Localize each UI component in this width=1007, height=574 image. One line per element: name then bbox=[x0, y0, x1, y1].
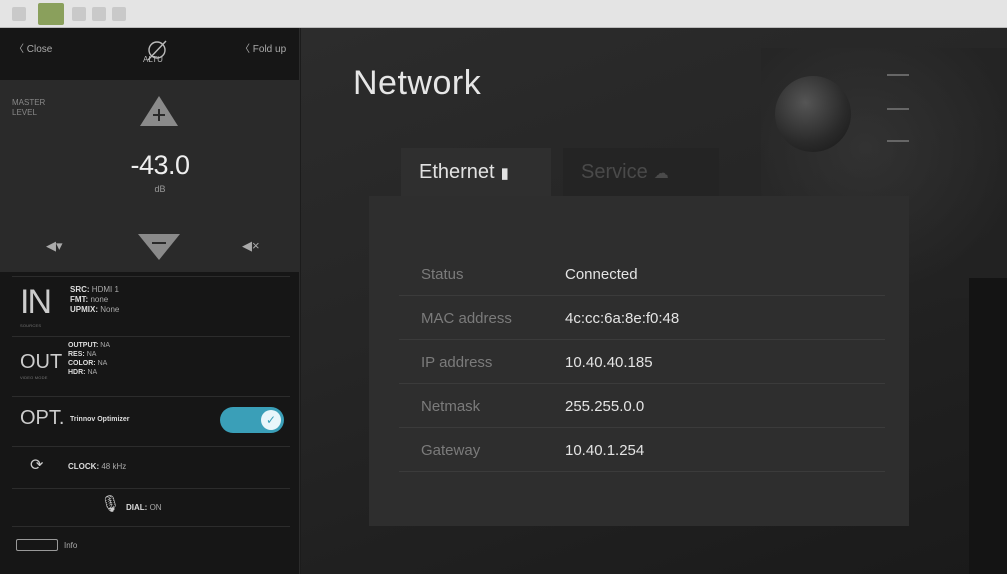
volume-knob-image bbox=[775, 76, 851, 152]
row-key: Netmask bbox=[421, 398, 481, 415]
color-value: NA bbox=[97, 360, 108, 367]
logo-icon: ALTU bbox=[143, 40, 167, 64]
master-level-panel: MASTER LEVEL -43.0 dB ◀▾ ◀× bbox=[0, 80, 300, 272]
row-value: 255.255.0.0 bbox=[565, 398, 645, 415]
info-section[interactable]: Info bbox=[12, 526, 290, 562]
microphone-icon: 🎙 bbox=[100, 496, 121, 513]
out-values: OUTPUT: NA RES: NA COLOR: NA HDR: NA bbox=[68, 341, 110, 377]
clock-key: CLOCK: bbox=[68, 462, 100, 471]
table-row: Status Connected bbox=[399, 252, 885, 296]
output-key: OUTPUT: bbox=[68, 342, 99, 349]
out-sub-label: VIDEO MODE bbox=[20, 375, 48, 380]
input-section[interactable]: IN SOURCES SRC: HDMI 1 FMT: none UPMIX: … bbox=[12, 276, 290, 334]
app-icon[interactable] bbox=[38, 3, 64, 25]
tab-ethernet-label: Ethernet bbox=[419, 161, 495, 183]
row-value: Connected bbox=[565, 266, 638, 283]
volume-up-button[interactable] bbox=[138, 94, 180, 128]
volume-unit: dB bbox=[154, 184, 166, 194]
toolbar-icon[interactable] bbox=[92, 7, 106, 21]
in-label: IN bbox=[20, 283, 52, 321]
tab-service[interactable]: Service ☁ bbox=[563, 148, 719, 198]
table-row: Netmask 255.255.0.0 bbox=[399, 384, 885, 428]
main-content: Network Ethernet ▮ Service ☁ Status Connec… bbox=[301, 28, 1007, 574]
row-key: IP address bbox=[421, 354, 493, 371]
device-detail bbox=[887, 140, 909, 142]
table-row: IP address 10.40.40.185 bbox=[399, 340, 885, 384]
toolbar-icon[interactable] bbox=[72, 7, 86, 21]
table-row: MAC address 4c:cc:6a:8e:f0:48 bbox=[399, 296, 885, 340]
color-key: COLOR: bbox=[68, 360, 96, 367]
clock-icon: ⟳ bbox=[30, 457, 44, 474]
row-key: Gateway bbox=[421, 442, 481, 459]
device-side bbox=[969, 278, 1007, 574]
fmt-value: none bbox=[90, 295, 109, 304]
row-key: Status bbox=[421, 266, 464, 283]
check-icon: ✓ bbox=[261, 410, 281, 430]
dial-values: DIAL: ON bbox=[126, 503, 162, 513]
cloud-icon: ☁ bbox=[653, 165, 669, 182]
close-button[interactable]: 〈 Close bbox=[14, 40, 52, 55]
device-detail bbox=[887, 108, 909, 110]
src-key: SRC: bbox=[70, 285, 90, 294]
row-key: MAC address bbox=[421, 310, 512, 327]
upmix-key: UPMIX: bbox=[70, 305, 98, 314]
hdr-key: HDR: bbox=[68, 369, 86, 376]
clock-section: ⟳ CLOCK: 48 kHz bbox=[12, 446, 290, 486]
top-bar bbox=[0, 0, 1007, 28]
device-icon bbox=[16, 539, 58, 551]
dial-key: DIAL: bbox=[126, 503, 148, 512]
fold-up-button[interactable]: 〈 Fold up bbox=[240, 40, 286, 55]
toolbar-icon[interactable] bbox=[112, 7, 126, 21]
out-label: OUT bbox=[20, 351, 63, 373]
svg-text:ALTU: ALTU bbox=[143, 55, 163, 64]
plug-icon: ▮ bbox=[500, 165, 509, 182]
page-title: Network bbox=[353, 64, 482, 102]
sidebar-header: 〈 Close ALTU 〈 Fold up bbox=[0, 28, 299, 80]
network-panel: Status Connected MAC address 4c:cc:6a:8e… bbox=[369, 196, 909, 526]
master-level-label: MASTER LEVEL bbox=[12, 98, 46, 117]
clock-values: CLOCK: 48 kHz bbox=[68, 462, 126, 472]
clock-value: 48 kHz bbox=[101, 462, 127, 471]
res-key: RES: bbox=[68, 351, 85, 358]
res-value: NA bbox=[86, 351, 97, 358]
tab-service-label: Service bbox=[581, 161, 648, 183]
mute-icon[interactable]: ◀× bbox=[242, 238, 260, 254]
in-sub-label: SOURCES bbox=[20, 323, 42, 328]
output-value: NA bbox=[100, 342, 111, 349]
row-value: 10.40.40.185 bbox=[565, 354, 653, 371]
volume-down-small-icon[interactable]: ◀▾ bbox=[46, 238, 63, 254]
optimizer-section: OPT. Trinnov Optimizer ✓ bbox=[12, 396, 290, 442]
hdr-value: NA bbox=[87, 369, 98, 376]
info-label: Info bbox=[64, 541, 78, 550]
window-icon[interactable] bbox=[12, 7, 26, 21]
row-value: 10.40.1.254 bbox=[565, 442, 645, 459]
dial-section: 🎙 DIAL: ON bbox=[12, 488, 290, 524]
in-values: SRC: HDMI 1 FMT: none UPMIX: None bbox=[70, 285, 119, 315]
upmix-value: None bbox=[100, 305, 120, 314]
table-row: Gateway 10.40.1.254 bbox=[399, 428, 885, 472]
output-section[interactable]: OUT VIDEO MODE OUTPUT: NA RES: NA COLOR:… bbox=[12, 336, 290, 392]
volume-down-button[interactable] bbox=[136, 232, 182, 262]
optimizer-name: Trinnov Optimizer bbox=[70, 416, 130, 423]
opt-label: OPT. bbox=[20, 407, 65, 429]
sidebar: 〈 Close ALTU 〈 Fold up MASTER LEVEL -43.… bbox=[0, 28, 300, 574]
tab-ethernet[interactable]: Ethernet ▮ bbox=[401, 148, 551, 198]
volume-value: -43.0 bbox=[130, 150, 190, 180]
src-value: HDMI 1 bbox=[91, 285, 119, 294]
optimizer-toggle[interactable]: ✓ bbox=[220, 407, 284, 433]
dial-value: ON bbox=[149, 503, 162, 512]
row-value: 4c:cc:6a:8e:f0:48 bbox=[565, 310, 680, 327]
device-detail bbox=[887, 74, 909, 76]
fmt-key: FMT: bbox=[70, 295, 89, 304]
